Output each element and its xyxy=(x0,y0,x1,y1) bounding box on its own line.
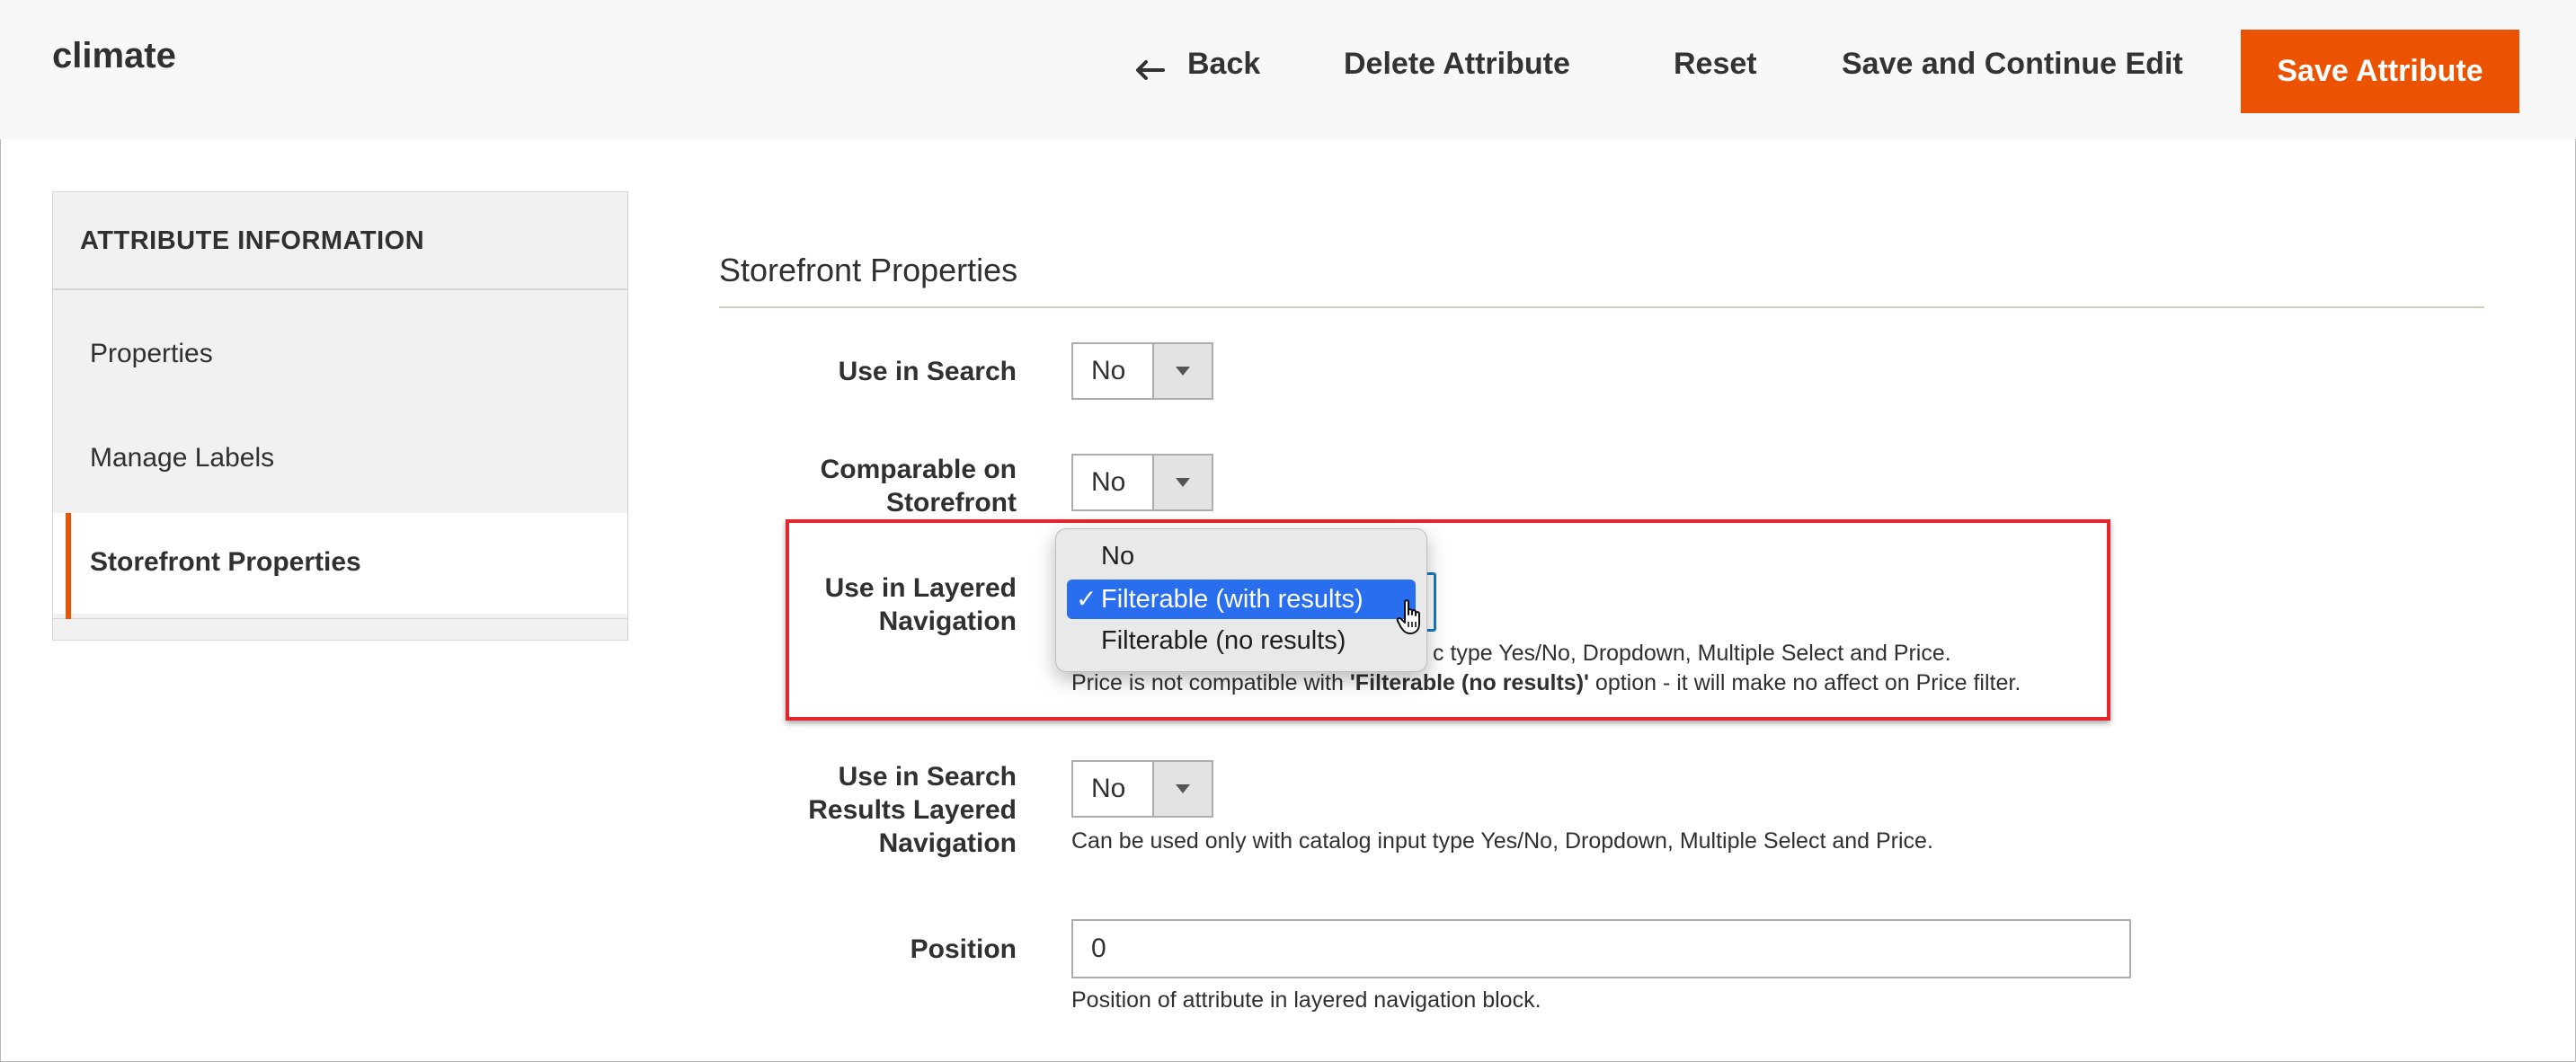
sidebar-item-label: Storefront Properties xyxy=(90,547,361,577)
layered-nav-label: Use in Layered Navigation xyxy=(825,571,1017,638)
label-line: Results Layered xyxy=(808,795,1017,825)
section-title: Storefront Properties xyxy=(719,252,1018,288)
search-results-layered-label: Use in Search Results Layered Navigation xyxy=(808,760,1017,860)
option-filterable-with-results[interactable]: ✓ Filterable (with results) xyxy=(1067,580,1416,619)
sidebar-divider xyxy=(53,618,627,619)
sidebar-item-manage-labels[interactable]: Manage Labels xyxy=(53,409,627,509)
reset-button[interactable]: Reset xyxy=(1674,47,1757,82)
back-arrow-icon[interactable] xyxy=(1134,59,1165,81)
use-in-search-select[interactable]: No xyxy=(1071,342,1213,400)
checkmark-icon: ✓ xyxy=(1076,585,1097,613)
chevron-down-icon xyxy=(1152,762,1212,816)
label-line: Storefront xyxy=(886,488,1017,518)
label-line: Navigation xyxy=(878,606,1017,636)
chevron-down-icon xyxy=(1152,456,1212,509)
option-filterable-no-results[interactable]: Filterable (no results) xyxy=(1067,621,1416,660)
option-label: Filterable (no results) xyxy=(1101,626,1346,655)
chevron-down-icon xyxy=(1152,344,1212,398)
sidebar-heading: ATTRIBUTE INFORMATION xyxy=(80,226,425,255)
search-results-layered-note: Can be used only with catalog input type… xyxy=(1071,828,1933,854)
option-label: Filterable (with results) xyxy=(1101,585,1364,614)
section-divider xyxy=(719,306,2484,308)
note-text: Price is not compatible with xyxy=(1071,670,1350,695)
active-tab-indicator xyxy=(66,513,71,619)
sidebar-item-properties[interactable]: Properties xyxy=(53,305,627,405)
page-header: climate Back Delete Attribute Reset Save… xyxy=(0,0,2576,139)
hand-cursor-icon xyxy=(1396,599,1420,634)
use-in-search-label: Use in Search xyxy=(838,357,1017,386)
option-label: No xyxy=(1101,542,1135,571)
position-note: Position of attribute in layered navigat… xyxy=(1071,987,1541,1013)
select-value: No xyxy=(1091,774,1126,803)
label-line: Navigation xyxy=(878,828,1017,858)
sidebar-item-storefront-properties[interactable]: Storefront Properties xyxy=(53,513,627,614)
option-no[interactable]: No xyxy=(1067,536,1416,576)
layered-nav-options-menu: No ✓ Filterable (with results) Filterabl… xyxy=(1055,528,1427,672)
select-value: No xyxy=(1091,356,1126,385)
comparable-label: Comparable on Storefront xyxy=(821,453,1017,519)
note-bold-text: 'Filterable (no results)' xyxy=(1349,670,1589,695)
back-button[interactable]: Back xyxy=(1187,47,1260,82)
position-input[interactable] xyxy=(1071,919,2131,978)
sidebar-divider xyxy=(53,288,627,290)
save-attribute-button[interactable]: Save Attribute xyxy=(2241,30,2519,113)
note-text: option - it will make no affect on Price… xyxy=(1588,670,2021,695)
label-line: Comparable on xyxy=(820,455,1017,484)
sidebar-item-label: Properties xyxy=(90,339,213,368)
select-value: No xyxy=(1091,467,1126,497)
save-and-continue-button[interactable]: Save and Continue Edit xyxy=(1842,47,2183,82)
page-title: climate xyxy=(52,36,176,75)
label-line: Use in Search xyxy=(838,762,1017,792)
layered-nav-price-note: Price is not compatible with 'Filterable… xyxy=(1071,670,2021,696)
search-results-layered-select[interactable]: No xyxy=(1071,760,1213,818)
sidebar-item-label: Manage Labels xyxy=(90,443,275,473)
delete-attribute-button[interactable]: Delete Attribute xyxy=(1344,47,1570,82)
attribute-tabs-sidebar: ATTRIBUTE INFORMATION Properties Manage … xyxy=(52,191,628,641)
layered-nav-note: c type Yes/No, Dropdown, Multiple Select… xyxy=(1433,641,1951,666)
comparable-select[interactable]: No xyxy=(1071,454,1213,511)
label-line: Use in Layered xyxy=(824,573,1017,603)
position-label: Position xyxy=(910,934,1017,964)
